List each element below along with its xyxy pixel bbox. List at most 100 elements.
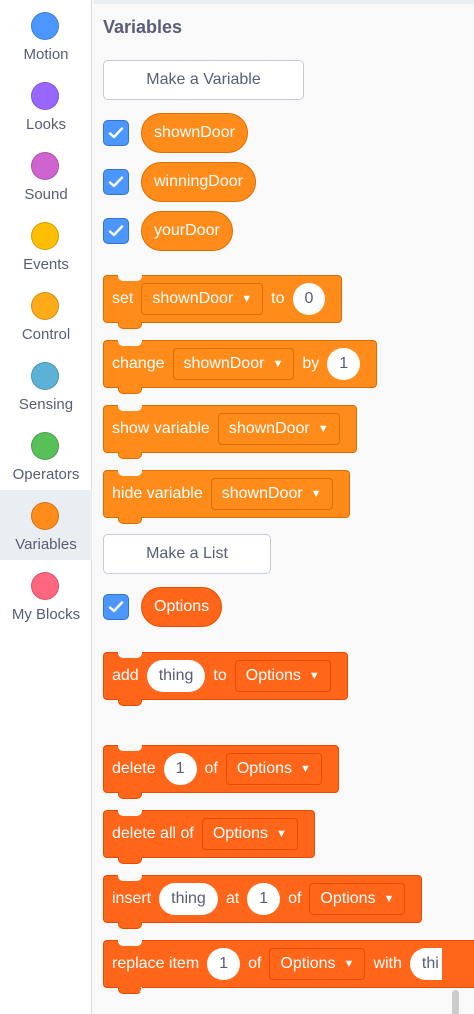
category-label: Operators (12, 466, 80, 483)
make-variable-button[interactable]: Make a Variable (103, 60, 304, 100)
delete-all-of-list-block[interactable]: delete all of Options ▼ (103, 810, 315, 864)
palette-top-bar (93, 0, 474, 4)
variable-dropdown[interactable]: shownDoor ▼ (141, 283, 264, 315)
index-input[interactable]: 1 (207, 948, 241, 980)
replace-item-block[interactable]: replace item 1 of Options ▼ with thi (103, 940, 474, 994)
dropdown-arrow-icon: ▼ (275, 828, 287, 840)
category-label: Motion (23, 46, 69, 63)
block-text: hide variable (112, 485, 203, 502)
block-text: of (288, 890, 302, 907)
dropdown-arrow-icon: ▼ (272, 358, 284, 370)
list-dropdown[interactable]: Options ▼ (201, 818, 298, 850)
sensing-dot-icon (31, 362, 59, 390)
block-text: change (112, 355, 165, 372)
palette-title: Variables (103, 17, 183, 37)
dropdown-arrow-icon: ▼ (310, 488, 322, 500)
category-variables[interactable]: Variables (0, 490, 92, 560)
category-events[interactable]: Events (0, 210, 92, 280)
block-text: to (213, 667, 227, 684)
dropdown-value: Options (320, 890, 376, 907)
block-text: add (112, 667, 139, 684)
sound-dot-icon (31, 152, 59, 180)
list-dropdown[interactable]: Options ▼ (269, 948, 366, 980)
block-text: show variable (112, 420, 210, 437)
category-label: Sound (24, 186, 68, 203)
value-input[interactable]: thing (146, 660, 206, 692)
block-text: insert (112, 890, 152, 907)
checkmark-icon (108, 601, 124, 613)
list-dropdown[interactable]: Options ▼ (234, 660, 331, 692)
block-text: delete (112, 760, 156, 777)
block-text: with (373, 955, 402, 972)
block-palette: Variables Make a Variable shownDoor winn… (93, 0, 474, 1014)
category-sound[interactable]: Sound (0, 140, 92, 210)
category-label: Sensing (18, 396, 74, 413)
block-text: at (225, 890, 240, 907)
variable-reporter-showndoor[interactable]: shownDoor (141, 113, 248, 153)
variable-checkbox-winningdoor[interactable] (103, 169, 129, 195)
block-text: set (112, 290, 134, 307)
category-label: Variables (15, 536, 77, 553)
index-input[interactable]: 1 (163, 753, 197, 785)
block-text: delete all of (112, 825, 194, 842)
block-text: to (271, 290, 285, 307)
change-variable-block[interactable]: change shownDoor ▼ by 1 (103, 340, 378, 394)
variable-checkbox-showndoor[interactable] (103, 120, 129, 146)
looks-dot-icon (31, 82, 59, 110)
add-to-list-block[interactable]: add thing to Options ▼ (103, 652, 348, 706)
value-input[interactable]: thing (159, 883, 218, 915)
control-dot-icon (31, 292, 59, 320)
insert-at-list-block[interactable]: insert thing at 1 of Options ▼ (103, 875, 423, 929)
checkmark-icon (108, 176, 124, 188)
motion-dot-icon (31, 12, 59, 40)
variable-dropdown[interactable]: shownDoor ▼ (210, 478, 333, 510)
category-label: Events (23, 256, 69, 273)
block-text: by (302, 355, 320, 372)
category-control[interactable]: Control (0, 280, 92, 350)
dropdown-value: shownDoor (152, 290, 234, 307)
dropdown-arrow-icon: ▼ (383, 893, 395, 905)
dropdown-value: Options (280, 955, 336, 972)
category-label: Looks (25, 116, 67, 133)
block-text: of (248, 955, 262, 972)
value-input[interactable]: 0 (292, 283, 326, 315)
palette-scrollbar[interactable] (452, 990, 459, 1014)
category-operators[interactable]: Operators (0, 420, 92, 490)
variable-checkbox-yourdoor[interactable] (103, 218, 129, 244)
set-variable-block[interactable]: set shownDoor ▼ to 0 (103, 275, 343, 329)
list-dropdown[interactable]: Options ▼ (309, 883, 406, 915)
list-dropdown[interactable]: Options ▼ (225, 753, 322, 785)
category-menu: Motion Looks Sound Events Control Sensin… (0, 0, 92, 1014)
category-motion[interactable]: Motion (0, 0, 92, 70)
hide-variable-block[interactable]: hide variable shownDoor ▼ (103, 470, 350, 524)
events-dot-icon (31, 222, 59, 250)
variable-reporter-winningdoor[interactable]: winningDoor (141, 162, 256, 202)
checkmark-icon (108, 127, 124, 139)
variables-dot-icon (31, 502, 59, 530)
dropdown-arrow-icon: ▼ (317, 423, 329, 435)
block-text: of (204, 760, 218, 777)
value-input[interactable]: 1 (327, 348, 361, 380)
dropdown-value: shownDoor (228, 420, 310, 437)
dropdown-value: Options (245, 667, 301, 684)
dropdown-arrow-icon: ▼ (308, 670, 320, 682)
dropdown-value: shownDoor (183, 355, 265, 372)
category-my-blocks[interactable]: My Blocks (0, 560, 92, 630)
category-sensing[interactable]: Sensing (0, 350, 92, 420)
variable-dropdown[interactable]: shownDoor ▼ (172, 348, 295, 380)
checkmark-icon (108, 225, 124, 237)
make-list-button[interactable]: Make a List (103, 534, 271, 574)
index-input[interactable]: 1 (247, 883, 281, 915)
dropdown-arrow-icon: ▼ (241, 293, 253, 305)
list-checkbox-options[interactable] (103, 594, 129, 620)
list-reporter-options[interactable]: Options (141, 587, 223, 627)
my-blocks-dot-icon (31, 572, 59, 600)
show-variable-block[interactable]: show variable shownDoor ▼ (103, 405, 357, 459)
variable-dropdown[interactable]: shownDoor ▼ (217, 413, 340, 445)
category-label: Control (21, 326, 71, 343)
value-input[interactable]: thi (409, 948, 442, 980)
delete-of-list-block[interactable]: delete 1 of Options ▼ (103, 745, 339, 799)
dropdown-value: Options (236, 760, 292, 777)
category-looks[interactable]: Looks (0, 70, 92, 140)
variable-reporter-yourdoor[interactable]: yourDoor (141, 211, 233, 251)
